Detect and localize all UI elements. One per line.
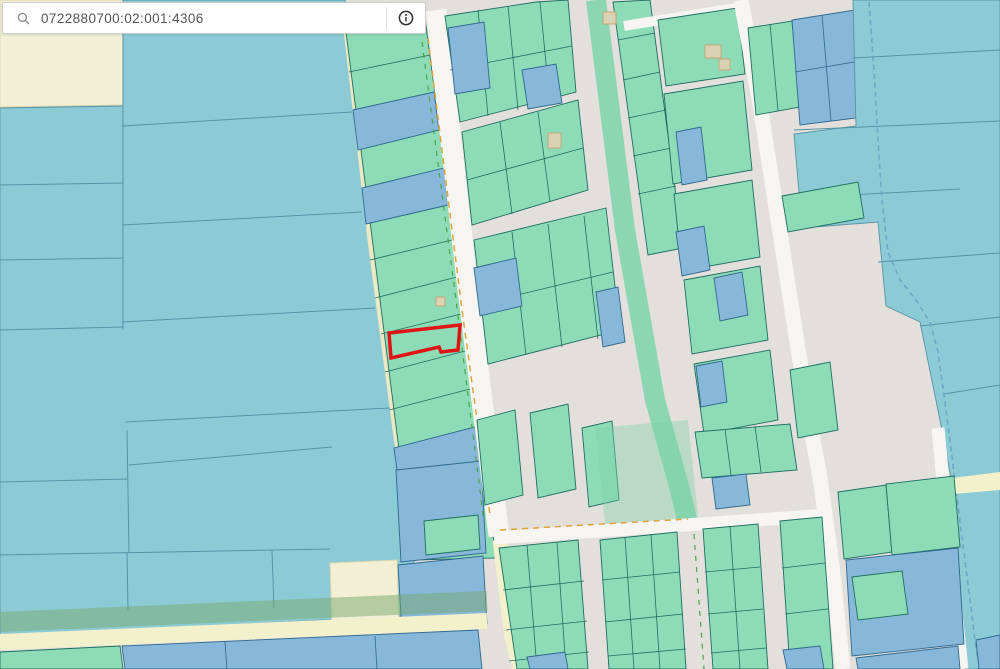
parcel-blue	[447, 21, 491, 95]
search-icon	[17, 12, 30, 25]
parcel-green	[837, 484, 893, 560]
tree-strip-flare	[595, 420, 699, 532]
parcel-green	[694, 423, 798, 479]
parcel-blue	[782, 645, 825, 669]
parcel-green	[851, 570, 909, 621]
parcel-blue	[521, 63, 563, 110]
parcel-green	[423, 514, 481, 556]
map-viewer	[0, 0, 1000, 669]
parcel-green	[476, 409, 524, 506]
building	[602, 11, 617, 25]
search-input[interactable]	[39, 9, 386, 27]
parcel-blue	[675, 126, 708, 186]
building	[435, 296, 446, 307]
building	[718, 58, 731, 71]
parcel-blue	[713, 271, 749, 322]
search-bar	[2, 2, 426, 34]
building	[704, 44, 722, 59]
parcel-blue	[675, 225, 711, 277]
info-button[interactable]	[387, 3, 425, 33]
parcel-blue	[473, 257, 523, 317]
parcel-green	[529, 403, 577, 499]
block-d	[657, 7, 746, 87]
map-canvas[interactable]	[0, 0, 1000, 669]
info-icon	[398, 10, 414, 26]
building	[547, 132, 562, 149]
parcel-blue	[975, 634, 1000, 669]
parcel-blue	[695, 360, 728, 408]
parcel-green	[885, 475, 961, 556]
grid-col3	[702, 523, 769, 669]
parcel-blue	[711, 473, 751, 510]
parcel-green	[789, 361, 839, 439]
grid-col2	[599, 531, 687, 669]
